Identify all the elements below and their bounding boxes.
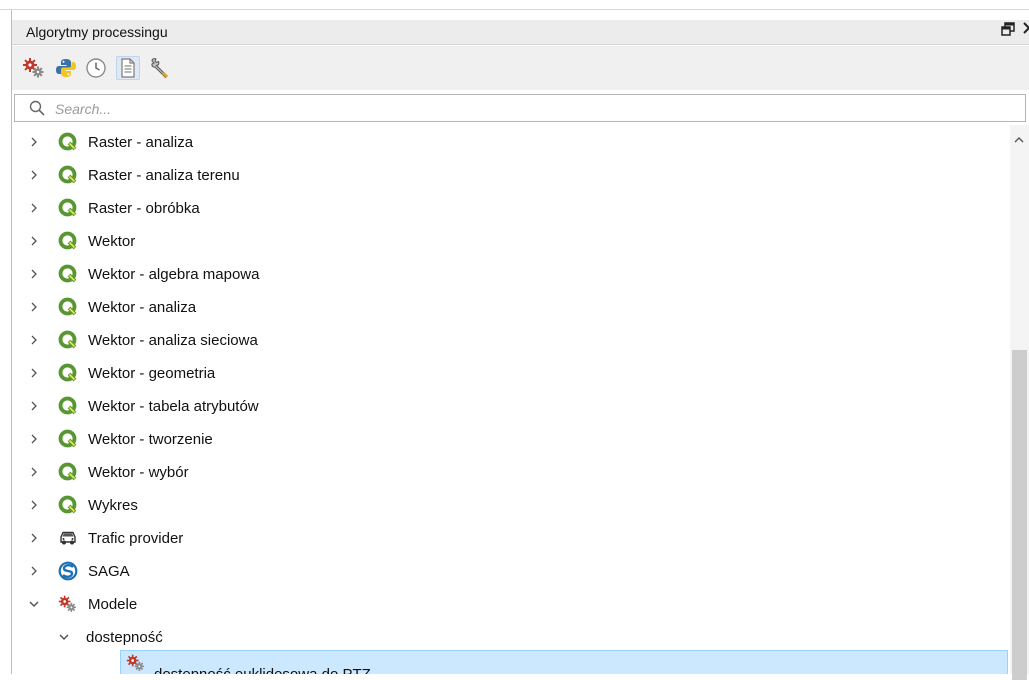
models-icon bbox=[58, 595, 76, 612]
qgis-icon bbox=[58, 330, 77, 349]
history-icon bbox=[86, 58, 106, 78]
tree-item[interactable]: Modele bbox=[14, 587, 1010, 620]
models-button[interactable] bbox=[22, 56, 46, 80]
chevron-right-icon[interactable] bbox=[28, 169, 40, 181]
tree-item[interactable]: Wektor bbox=[14, 224, 1010, 257]
toolbar bbox=[12, 46, 1029, 90]
search-input[interactable] bbox=[53, 98, 1007, 120]
chevron-down-icon[interactable] bbox=[28, 598, 40, 610]
tree-item-label: dostepność euklidesowa do PTZ bbox=[154, 666, 371, 674]
qgis-icon bbox=[58, 165, 77, 184]
tree-item-label: Wektor - analiza bbox=[88, 299, 197, 316]
tree-item[interactable]: Wektor - geometria bbox=[14, 356, 1010, 389]
saga-icon bbox=[58, 561, 78, 581]
chevron-right-icon[interactable] bbox=[28, 202, 40, 214]
chevron-right-icon[interactable] bbox=[28, 235, 40, 247]
options-icon bbox=[151, 58, 169, 79]
tree-item-label: Wektor - geometria bbox=[88, 365, 216, 382]
tree-item-label: Modele bbox=[88, 596, 138, 613]
tree-item[interactable]: Wektor - wybór bbox=[14, 455, 1010, 488]
tree-item[interactable]: Wektor - analiza sieciowa bbox=[14, 323, 1010, 356]
qgis-icon bbox=[58, 297, 77, 316]
panel-left-edge bbox=[11, 10, 12, 674]
tree-item[interactable]: dostepność bbox=[14, 620, 1010, 653]
tree-item-selected[interactable]: dostepność euklidesowa do PTZ bbox=[14, 650, 1010, 674]
chevron-right-icon[interactable] bbox=[28, 334, 40, 346]
panel-titlebar: Algorytmy processingu bbox=[12, 20, 1029, 45]
qgis-icon bbox=[58, 495, 77, 514]
algorithm-tree: Raster - analiza Raster - analiza terenu… bbox=[14, 125, 1010, 674]
tree-item[interactable]: Raster - analiza terenu bbox=[14, 158, 1010, 191]
chevron-right-icon[interactable] bbox=[28, 367, 40, 379]
tree-item-label: Raster - analiza bbox=[88, 134, 194, 151]
python-console-button[interactable] bbox=[54, 56, 78, 80]
qgis-icon bbox=[58, 363, 77, 382]
chevron-right-icon[interactable] bbox=[28, 268, 40, 280]
python-icon bbox=[56, 59, 76, 77]
top-border bbox=[0, 0, 1029, 10]
tree-item[interactable]: Wektor - algebra mapowa bbox=[14, 257, 1010, 290]
tree-item-label: SAGA bbox=[88, 563, 130, 580]
qgis-icon bbox=[58, 264, 77, 283]
tree-item[interactable]: Wykres bbox=[14, 488, 1010, 521]
tree-item-label: dostepność bbox=[86, 629, 163, 646]
tree-item-label: Wektor - wybór bbox=[88, 464, 189, 481]
tree-item-label: Raster - obróbka bbox=[88, 200, 200, 217]
tree-item-label: Wektor - tworzenie bbox=[88, 431, 213, 448]
scroll-up-icon[interactable] bbox=[1013, 135, 1025, 145]
chevron-right-icon[interactable] bbox=[28, 400, 40, 412]
chevron-down-icon[interactable] bbox=[58, 631, 70, 643]
chevron-right-icon[interactable] bbox=[28, 565, 40, 577]
scrollbar-thumb[interactable] bbox=[1012, 350, 1027, 680]
models-icon bbox=[126, 654, 144, 671]
close-panel-button[interactable] bbox=[1023, 21, 1029, 39]
tree-item[interactable]: Wektor - tworzenie bbox=[14, 422, 1010, 455]
float-panel-button[interactable] bbox=[1001, 22, 1015, 39]
qgis-icon bbox=[58, 231, 77, 250]
close-icon bbox=[1023, 22, 1029, 34]
tree-item-label: Wektor - algebra mapowa bbox=[88, 266, 260, 283]
results-viewer-button[interactable] bbox=[116, 56, 140, 80]
tree-item[interactable]: Wektor - tabela atrybutów bbox=[14, 389, 1010, 422]
tree-item-label: Wykres bbox=[88, 497, 138, 514]
qgis-icon bbox=[58, 198, 77, 217]
chevron-right-icon[interactable] bbox=[28, 136, 40, 148]
models-icon bbox=[23, 58, 44, 78]
chevron-right-icon[interactable] bbox=[28, 301, 40, 313]
tree-item-label: Raster - analiza terenu bbox=[88, 167, 240, 184]
results-icon bbox=[121, 58, 135, 78]
search-box[interactable] bbox=[14, 94, 1026, 122]
search-icon bbox=[29, 100, 45, 116]
tree-item[interactable]: Wektor - analiza bbox=[14, 290, 1010, 323]
chevron-right-icon[interactable] bbox=[28, 433, 40, 445]
qgis-icon bbox=[58, 396, 77, 415]
history-button[interactable] bbox=[84, 56, 108, 80]
tree-item-label: Wektor bbox=[88, 233, 136, 250]
tree-item-label: Trafic provider bbox=[88, 530, 184, 547]
tree-item-label: Wektor - analiza sieciowa bbox=[88, 332, 258, 349]
float-icon bbox=[1001, 22, 1015, 36]
tree-item[interactable]: Raster - obróbka bbox=[14, 191, 1010, 224]
qgis-icon bbox=[58, 132, 77, 151]
panel-title: Algorytmy processingu bbox=[26, 24, 168, 40]
tree-item-label: Wektor - tabela atrybutów bbox=[88, 398, 259, 415]
tree-item[interactable]: Trafic provider bbox=[14, 521, 1010, 554]
options-button[interactable] bbox=[148, 56, 172, 80]
qgis-icon bbox=[58, 429, 77, 448]
tree-item[interactable]: Raster - analiza bbox=[14, 125, 1010, 158]
chevron-right-icon[interactable] bbox=[28, 532, 40, 544]
qgis-icon bbox=[58, 462, 77, 481]
chevron-right-icon[interactable] bbox=[28, 466, 40, 478]
tree-item[interactable]: SAGA bbox=[14, 554, 1010, 587]
vertical-scrollbar[interactable] bbox=[1010, 125, 1029, 680]
chevron-right-icon[interactable] bbox=[28, 499, 40, 511]
car-icon bbox=[60, 531, 76, 545]
